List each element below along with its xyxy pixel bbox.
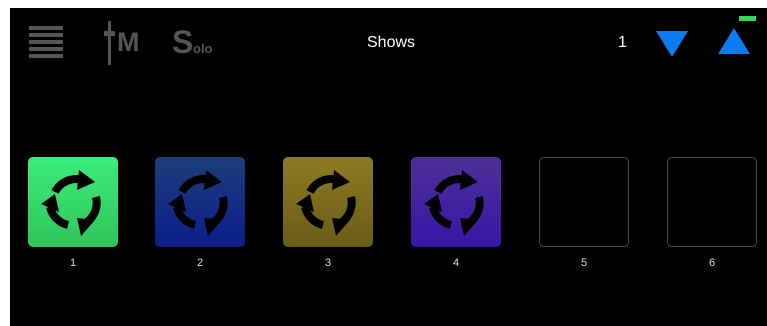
triangle-up-icon[interactable]: [718, 28, 750, 54]
show-slot-4[interactable]: 4: [411, 157, 501, 272]
cycle-arrows-icon: [168, 170, 228, 236]
cycle-arrows-icon: [296, 170, 356, 236]
show-slot-3[interactable]: 3: [283, 157, 373, 272]
show-pad: [28, 157, 118, 247]
show-pad: [667, 157, 757, 247]
show-slot-2[interactable]: 2: [155, 157, 245, 272]
show-pad: [155, 157, 245, 247]
page-number: 1: [618, 34, 627, 51]
show-pad: [411, 157, 501, 247]
triangle-down-icon[interactable]: [656, 31, 688, 57]
cycle-arrows-icon: [41, 170, 101, 236]
fader-icon: [108, 21, 111, 65]
top-toolbar: M S olo Shows 1: [10, 8, 767, 84]
show-slot-6[interactable]: 6: [667, 157, 757, 272]
show-label: 3: [324, 257, 332, 269]
show-slot-5[interactable]: 5: [539, 157, 629, 272]
fader-knob: [104, 31, 115, 36]
show-label: 1: [69, 257, 77, 269]
page-title: Shows: [367, 34, 416, 51]
solo-rest: olo: [193, 41, 213, 56]
show-slot-1[interactable]: 1: [28, 157, 118, 272]
show-label: 4: [452, 257, 460, 269]
solo-button[interactable]: S olo: [172, 22, 224, 62]
menu-bar: [29, 47, 63, 51]
menu-bar: [29, 33, 63, 37]
show-label: 6: [708, 257, 716, 269]
mix-label: M: [117, 27, 140, 57]
status-indicator: [739, 16, 756, 21]
show-label: 2: [196, 257, 204, 269]
show-pad: [283, 157, 373, 247]
menu-bar: [29, 40, 63, 44]
hamburger-menu-icon[interactable]: [29, 26, 65, 60]
menu-bar: [29, 54, 63, 58]
cycle-arrows-icon: [424, 170, 484, 236]
show-slots: 1 2 3 4 5 6: [10, 157, 767, 277]
app-screen: M S olo Shows 1 1 2 3 4 5 6: [10, 8, 767, 326]
show-label: 5: [580, 257, 588, 269]
solo-initial: S: [172, 24, 194, 60]
show-pad: [539, 157, 629, 247]
menu-bar: [29, 26, 63, 30]
mix-button[interactable]: M: [102, 21, 146, 65]
